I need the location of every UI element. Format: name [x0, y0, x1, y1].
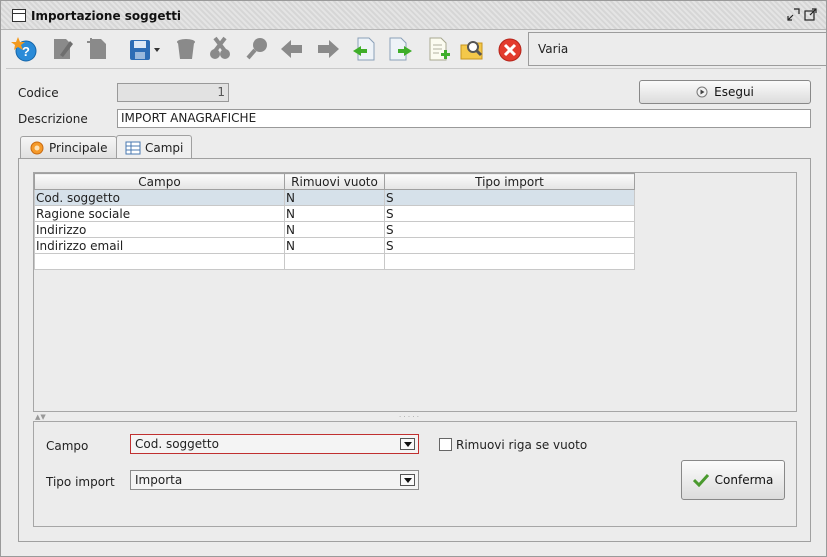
esegui-button[interactable]: Esegui	[639, 80, 811, 104]
rimuovi-riga-label: Rimuovi riga se vuoto	[456, 438, 588, 452]
split-grip-icon[interactable]: · · · · ·	[399, 413, 419, 421]
cell-campo[interactable]: Indirizzo	[34, 221, 285, 238]
tab-campi[interactable]: Campi	[116, 135, 193, 159]
column-tipo-import[interactable]: Tipo import	[384, 173, 635, 190]
cell-campo[interactable]: Cod. soggetto	[34, 189, 285, 206]
find-icon[interactable]	[458, 35, 486, 63]
column-campo[interactable]: Campo	[34, 173, 285, 190]
tipo-import-label: Tipo import	[46, 475, 115, 489]
split-arrows-icon[interactable]: ▲▼	[35, 413, 46, 421]
split-divider[interactable]: ▲▼ · · · · ·	[33, 413, 797, 421]
cell-tipo[interactable]: S	[384, 205, 635, 222]
cell-tipo[interactable]: S	[384, 189, 635, 206]
conferma-button[interactable]: Conferma	[681, 460, 785, 500]
cell-tipo[interactable]: S	[384, 221, 635, 238]
table-row[interactable]: Indirizzo N S	[34, 221, 635, 238]
toolbar: ? Varia	[6, 31, 827, 67]
edit-icon[interactable]	[48, 35, 76, 63]
window-icon	[12, 9, 26, 22]
close-icon[interactable]	[496, 35, 524, 63]
table-row[interactable]	[34, 253, 635, 270]
cell-tipo[interactable]	[384, 253, 635, 270]
table-icon	[125, 141, 141, 154]
varia-panel[interactable]: Varia	[528, 32, 827, 66]
export-icon[interactable]	[386, 35, 414, 63]
svg-text:?: ?	[22, 44, 30, 59]
window: Importazione soggetti ? Varia Codice 1 E…	[0, 0, 827, 557]
campi-table: Campo Rimuovi vuoto Tipo import Cod. sog…	[34, 173, 635, 270]
save-icon[interactable]	[126, 35, 166, 63]
conferma-label: Conferma	[714, 473, 774, 487]
maximize-icon[interactable]	[803, 8, 817, 22]
campi-panel: Campo Rimuovi vuoto Tipo import Cod. sog…	[18, 158, 811, 542]
checkmark-icon	[692, 473, 709, 487]
esegui-label: Esegui	[714, 85, 754, 99]
descrizione-label: Descrizione	[18, 112, 88, 126]
descrizione-field[interactable]: IMPORT ANAGRAFICHE	[117, 109, 811, 128]
table-row[interactable]: Indirizzo email N S	[34, 237, 635, 254]
table-row[interactable]: Cod. soggetto N S	[34, 189, 635, 206]
chevron-down-icon[interactable]	[400, 474, 415, 486]
toolbar-separator	[6, 68, 821, 69]
tab-principale[interactable]: Principale	[20, 136, 117, 159]
cell-rimuovi[interactable]: N	[284, 205, 385, 222]
prev-icon[interactable]	[278, 35, 306, 63]
cell-rimuovi[interactable]: N	[284, 221, 385, 238]
campo-label: Campo	[46, 439, 89, 453]
cell-tipo[interactable]: S	[384, 237, 635, 254]
rimuovi-riga-checkbox[interactable]	[439, 438, 452, 451]
cut-icon[interactable]	[206, 35, 234, 63]
cell-campo[interactable]: Indirizzo email	[34, 237, 285, 254]
campi-grid: Campo Rimuovi vuoto Tipo import Cod. sog…	[33, 172, 797, 412]
cell-rimuovi[interactable]: N	[284, 237, 385, 254]
search-icon[interactable]	[244, 35, 272, 63]
campo-select[interactable]: Cod. soggetto	[130, 434, 419, 454]
cell-rimuovi[interactable]	[284, 253, 385, 270]
cell-rimuovi[interactable]: N	[284, 189, 385, 206]
varia-label: Varia	[538, 42, 569, 56]
detail-form: Campo Cod. soggetto Rimuovi riga se vuot…	[33, 421, 797, 527]
delete-icon[interactable]	[172, 35, 200, 63]
play-icon	[696, 86, 708, 98]
tipo-import-select[interactable]: Importa	[130, 470, 419, 490]
tab-principale-label: Principale	[49, 141, 108, 155]
codice-label: Codice	[18, 86, 59, 100]
table-row[interactable]: Ragione sociale N S	[34, 205, 635, 222]
chevron-down-icon[interactable]	[400, 438, 415, 450]
title-bar: Importazione soggetti	[1, 1, 826, 30]
help-icon[interactable]: ?	[11, 35, 39, 63]
new-icon[interactable]	[84, 35, 112, 63]
restore-icon[interactable]	[786, 8, 800, 22]
next-icon[interactable]	[314, 35, 342, 63]
campo-select-value: Cod. soggetto	[135, 437, 219, 451]
gear-icon	[30, 141, 44, 155]
codice-field[interactable]: 1	[117, 83, 229, 102]
cell-campo[interactable]: Ragione sociale	[34, 205, 285, 222]
add-doc-icon[interactable]	[424, 35, 452, 63]
window-title: Importazione soggetti	[31, 9, 182, 23]
import-icon[interactable]	[350, 35, 378, 63]
tipo-import-select-value: Importa	[135, 473, 183, 487]
column-rimuovi-vuoto[interactable]: Rimuovi vuoto	[284, 173, 385, 190]
tab-campi-label: Campi	[145, 140, 184, 155]
cell-campo[interactable]	[34, 253, 285, 270]
